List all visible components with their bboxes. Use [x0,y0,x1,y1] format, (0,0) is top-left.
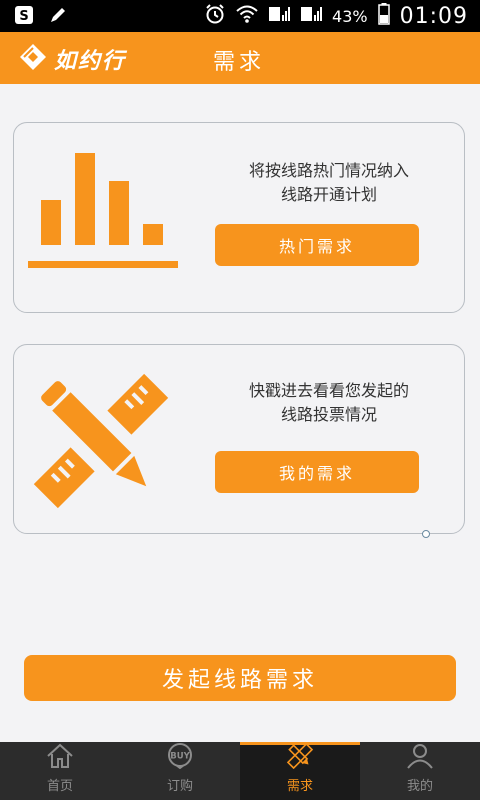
my-demand-description: 快戳进去看看您发起的 线路投票情况 [204,379,454,427]
my-demand-line2: 线路投票情况 [280,405,377,424]
wifi-icon [236,4,258,28]
pencil-ruler-icon [26,371,176,515]
my-demand-card: 快戳进去看看您发起的 线路投票情况 我的需求 [13,344,465,534]
logo-icon [18,42,48,76]
battery-percent: 43% [332,6,368,26]
start-route-demand-button[interactable]: 发起线路需求 [24,655,456,701]
tab-mine[interactable]: 我的 [360,742,480,800]
edit-icon [48,5,68,29]
buy-icon: BUY [166,743,194,773]
sim1-signal-icon [268,4,291,28]
sim2-signal-icon [300,4,323,28]
tab-home[interactable]: 首页 [0,742,120,800]
page-title: 需求 [213,50,266,75]
logo-text: 如约行 [54,48,127,74]
s-app-icon: S [14,5,34,29]
hot-demand-line2: 线路开通计划 [280,185,377,204]
svg-text:BUY: BUY [170,752,190,762]
hot-demand-card: 将按线路热门情况纳入 线路开通计划 热门需求 [13,122,465,313]
clock: 01:09 [399,3,468,29]
tab-buy[interactable]: BUY 订购 [120,742,240,800]
tab-buy-label: 订购 [166,779,193,794]
battery-icon [377,3,390,29]
tab-demand[interactable]: 需求 [240,742,360,800]
status-bar: S 43% 01:09 [0,0,480,32]
hot-demand-button[interactable]: 热门需求 [215,224,419,266]
app-header: 如约行 需求 [0,32,480,84]
pencil-ruler-icon [286,742,314,773]
home-icon [46,743,74,773]
tab-mine-label: 我的 [406,779,433,794]
svg-text:S: S [19,9,28,24]
hot-demand-description: 将按线路热门情况纳入 线路开通计划 [204,159,454,207]
my-demand-line1: 快戳进去看看您发起的 [248,381,409,400]
resize-handle-dot [422,530,430,538]
alarm-icon [204,3,226,29]
tab-home-label: 首页 [46,779,73,794]
my-demand-button[interactable]: 我的需求 [215,451,419,493]
person-icon [406,743,434,773]
app-logo[interactable]: 如约行 [18,42,126,76]
bottom-tab-bar: 首页 BUY 订购 需求 我的 [0,742,480,800]
tab-demand-label: 需求 [286,779,313,794]
bar-chart-icon [28,151,178,273]
hot-demand-line1: 将按线路热门情况纳入 [248,161,409,180]
